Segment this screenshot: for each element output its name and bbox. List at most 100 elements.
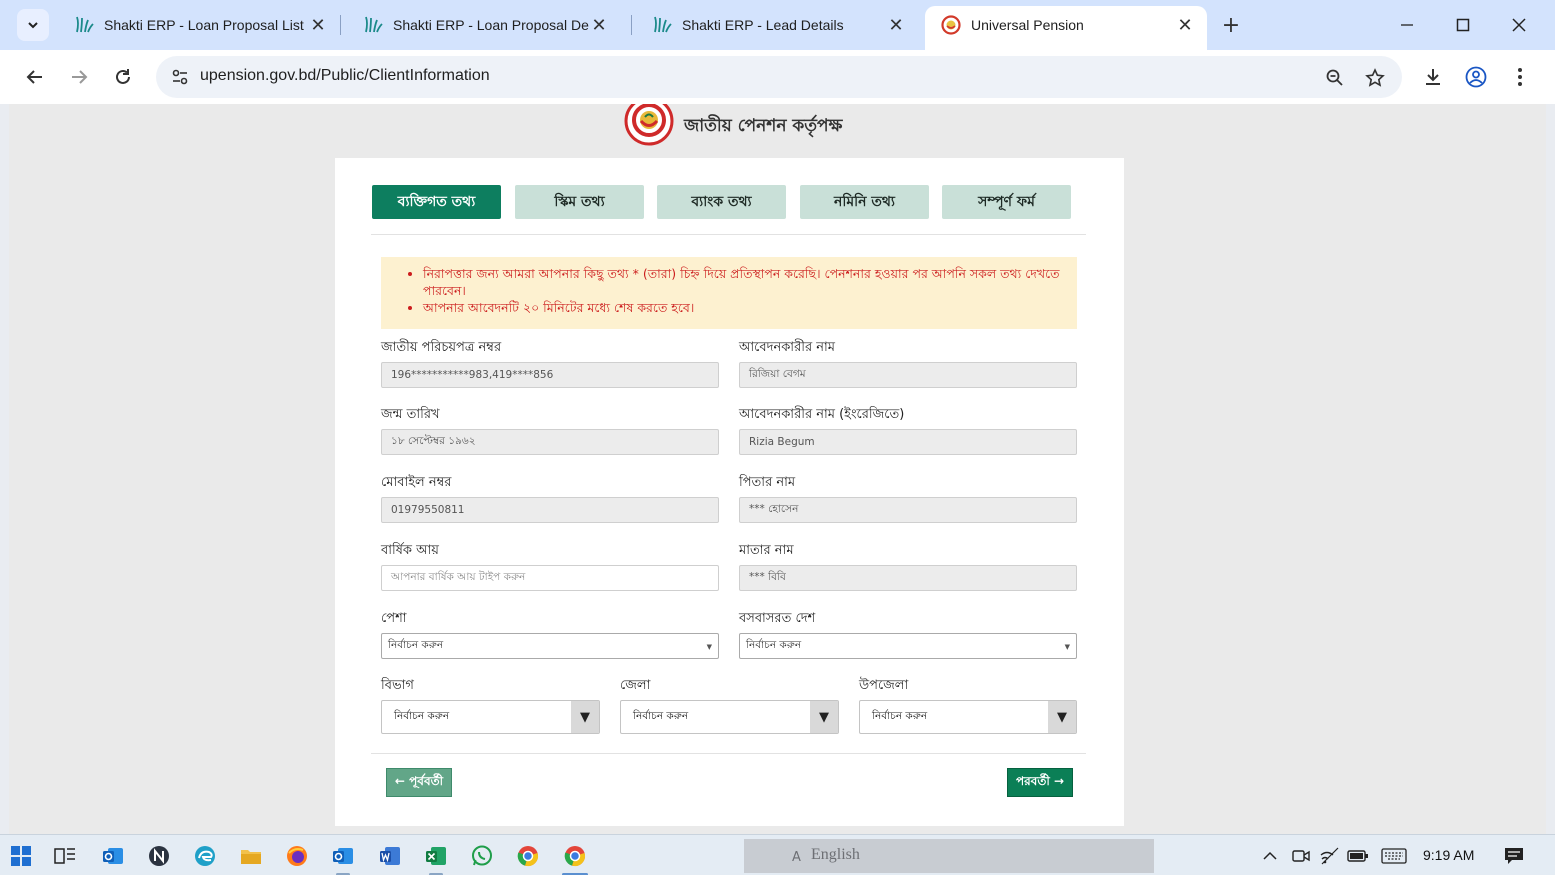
step-personal-info[interactable]: ব্যক্তিগত তথ্য <box>372 185 501 219</box>
district-select[interactable]: নির্বাচন করুন ▼ <box>620 700 839 734</box>
step-nominee-info[interactable]: নমিনি তথ্য <box>800 185 929 219</box>
nid-label: জাতীয় পরিচয়পত্র নম্বর <box>381 340 502 355</box>
step-complete-form[interactable]: সম্পূর্ণ ফর্ম <box>942 185 1071 219</box>
site-header: জাতীয় পেনশন কর্তৃপক্ষ <box>624 104 842 146</box>
country-select[interactable]: নির্বাচন করুন ▼ <box>739 633 1077 659</box>
start-button[interactable] <box>6 841 36 871</box>
applicant-name-en-field: Rizia Begum <box>739 429 1077 455</box>
url-text[interactable]: upension.gov.bd/Public/ClientInformation <box>200 67 490 85</box>
close-tab-icon[interactable]: ✕ <box>1175 15 1195 35</box>
previous-button[interactable]: ← পূর্ববর্তী <box>386 768 452 797</box>
tab-search-button[interactable] <box>17 9 49 41</box>
download-icon <box>1426 69 1440 85</box>
bookmark-button[interactable] <box>1362 65 1388 91</box>
window-frame-right <box>1546 104 1555 834</box>
shakti-erp-icon <box>76 16 94 33</box>
step-tabs: ব্যক্তিগত তথ্য স্কিম তথ্য ব্যাংক তথ্য নম… <box>372 185 1086 235</box>
dropdown-arrow-icon: ▼ <box>571 701 599 733</box>
close-tab-icon[interactable]: ✕ <box>886 15 906 35</box>
excel-app[interactable] <box>421 841 451 875</box>
system-clock[interactable]: 9:19 AM <box>1423 847 1474 863</box>
tune-icon <box>172 69 188 85</box>
mobile-field: 01979550811 <box>381 497 719 523</box>
notice-item: আপনার আবেদনটি ২০ মিনিটের মধ্যে শেষ করতে … <box>423 299 1063 316</box>
notice-item: নিরাপত্তার জন্য আমরা আপনার কিছু তথ্য * (… <box>423 265 1063 299</box>
chrome-app-active[interactable] <box>560 841 590 875</box>
district-selected: নির্বাচন করুন <box>633 709 689 722</box>
browser-tab-1[interactable]: Shakti ERP - Loan Proposal List ✕ <box>58 6 340 44</box>
battery-button[interactable] <box>1347 845 1369 867</box>
reload-button[interactable] <box>107 61 139 93</box>
edge-app[interactable] <box>190 841 220 871</box>
show-hidden-icons-button[interactable] <box>1259 845 1281 867</box>
forward-button[interactable] <box>63 61 95 93</box>
firefox-icon <box>287 846 307 866</box>
excel-icon <box>426 847 446 865</box>
chevron-down-icon <box>28 22 38 29</box>
pension-logo-icon <box>941 15 961 35</box>
zoom-out-icon <box>1326 69 1343 86</box>
chrome-icon <box>517 846 538 867</box>
division-selected: নির্বাচন করুন <box>394 709 450 722</box>
meet-now-button[interactable] <box>1290 845 1312 867</box>
tab-title: Shakti ERP - Lead Details <box>682 17 844 33</box>
whatsapp-app[interactable] <box>467 841 497 871</box>
tab-title: Shakti ERP - Loan Proposal List <box>104 17 304 33</box>
word-app[interactable] <box>375 841 405 871</box>
country-label: বসবাসরত দেশ <box>739 611 816 626</box>
chrome-app[interactable] <box>513 841 543 871</box>
browser-tab-3[interactable]: Shakti ERP - Lead Details ✕ <box>636 6 918 44</box>
n-app[interactable] <box>144 841 174 871</box>
browser-tab-4-active[interactable]: Universal Pension ✕ <box>925 6 1207 50</box>
site-info-button[interactable] <box>164 61 196 93</box>
applicant-name-label: আবেদনকারীর নাম <box>739 340 835 355</box>
notification-icon <box>1505 848 1523 864</box>
close-tab-icon[interactable]: ✕ <box>589 15 609 35</box>
minimize-button[interactable] <box>1389 8 1425 42</box>
outlook-app[interactable] <box>98 841 128 871</box>
new-tab-button[interactable]: + <box>1218 12 1244 38</box>
downloads-button[interactable] <box>1417 61 1449 93</box>
outlook-app-2[interactable] <box>328 841 358 875</box>
task-view-button[interactable] <box>50 841 80 871</box>
svg-text:A: A <box>792 850 801 865</box>
language-label[interactable]: English <box>811 846 860 864</box>
division-select[interactable]: নির্বাচন করুন ▼ <box>381 700 600 734</box>
close-tab-icon[interactable]: ✕ <box>308 15 328 35</box>
next-button[interactable]: পরবর্তী → <box>1007 768 1073 797</box>
step-bank-info[interactable]: ব্যাংক তথ্য <box>657 185 786 219</box>
address-bar[interactable]: upension.gov.bd/Public/ClientInformation <box>156 56 1402 98</box>
folder-icon <box>241 850 261 864</box>
back-button[interactable] <box>19 61 51 93</box>
occupation-selected: নির্বাচন করুন <box>388 638 444 651</box>
mobile-label: মোবাইল নম্বর <box>381 475 452 490</box>
step-scheme-info[interactable]: স্কিম তথ্য <box>515 185 644 219</box>
window-frame-left <box>0 104 9 834</box>
network-button[interactable] <box>1319 845 1341 867</box>
zoom-button[interactable] <box>1322 65 1348 91</box>
registration-form-card: ব্যক্তিগত তথ্য স্কিম তথ্য ব্যাংক তথ্য নম… <box>335 158 1124 826</box>
tab-separator <box>340 15 341 35</box>
word-icon <box>380 847 400 865</box>
tab-title: Shakti ERP - Loan Proposal Details <box>393 17 589 33</box>
chevron-up-icon <box>1263 851 1277 860</box>
notifications-button[interactable] <box>1503 845 1525 867</box>
browser-tab-2[interactable]: Shakti ERP - Loan Proposal Details ✕ <box>347 6 629 44</box>
file-explorer-app[interactable] <box>236 841 266 871</box>
nid-field: 196***********983,419****856 <box>381 362 719 388</box>
applicant-name-en-label: আবেদনকারীর নাম (ইংরেজিতে) <box>739 407 905 422</box>
maximize-button[interactable] <box>1445 8 1481 42</box>
upazila-select[interactable]: নির্বাচন করুন ▼ <box>859 700 1077 734</box>
occupation-select[interactable]: নির্বাচন করুন ▼ <box>381 633 719 659</box>
page-viewport: জাতীয় পেনশন কর্তৃপক্ষ ব্যক্তিগত তথ্য স্… <box>9 104 1546 834</box>
annual-income-input[interactable]: আপনার বার্ষিক আয় টাইপ করুন <box>381 565 719 591</box>
firefox-app[interactable] <box>282 841 312 871</box>
menu-button[interactable] <box>1504 61 1536 93</box>
browser-tab-strip: Shakti ERP - Loan Proposal List ✕ Shakti… <box>0 0 1555 50</box>
close-window-button[interactable] <box>1501 8 1537 42</box>
n-app-icon <box>149 846 169 866</box>
profile-button[interactable] <box>1460 61 1492 93</box>
touch-keyboard-button[interactable] <box>1380 845 1408 867</box>
father-name-field: *** হোসেন <box>739 497 1077 523</box>
caret-down-icon: ▼ <box>706 643 712 651</box>
